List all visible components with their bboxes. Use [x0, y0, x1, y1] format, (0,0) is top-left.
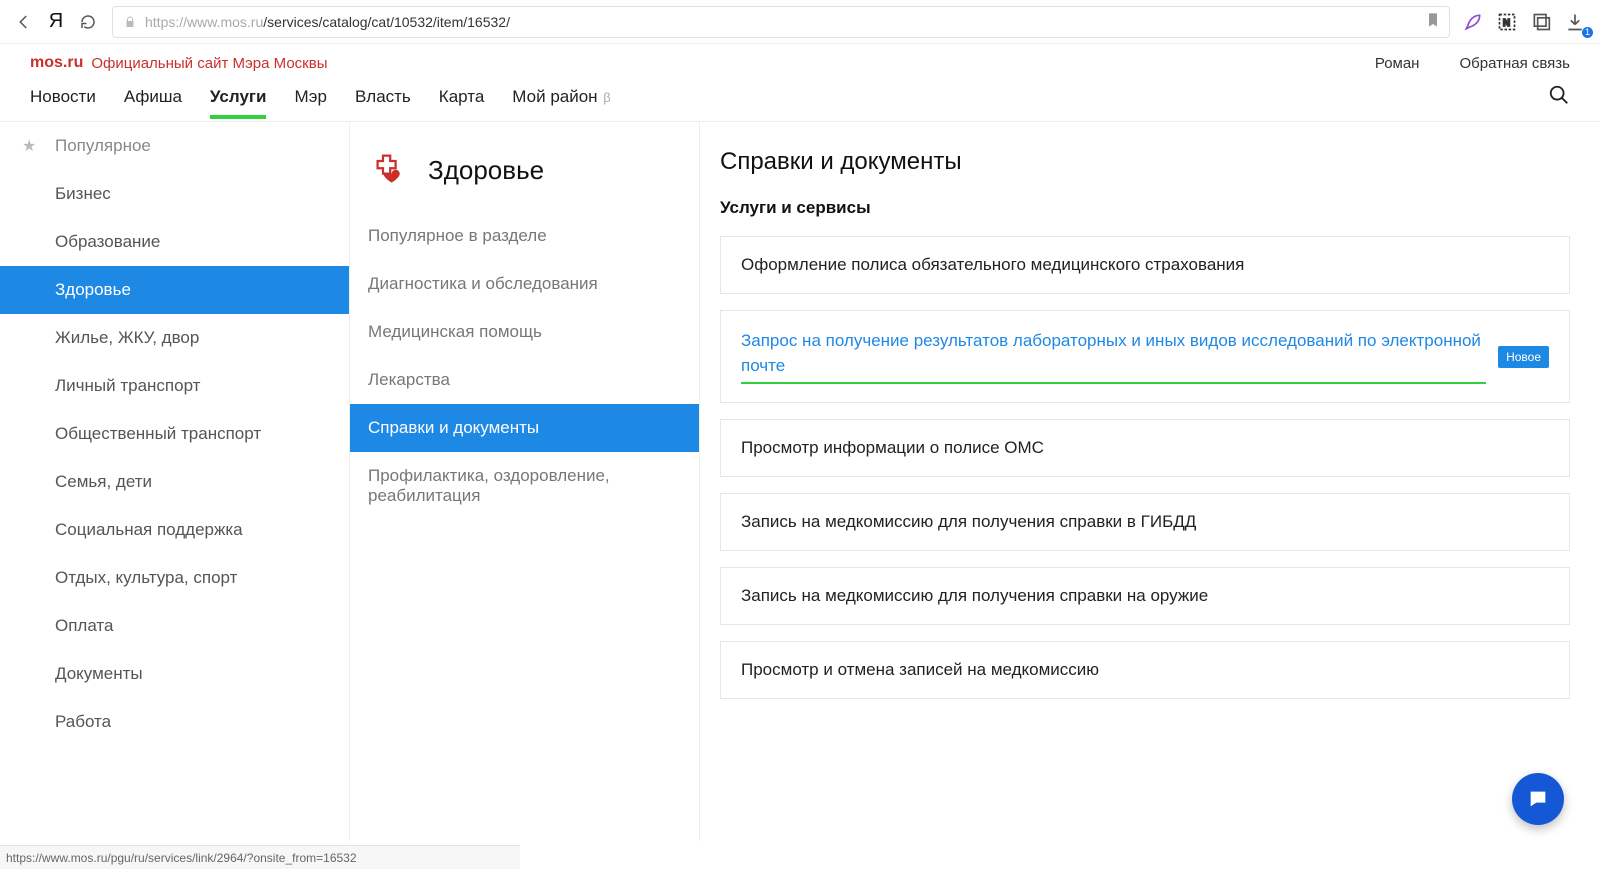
- category-sidebar: ПопулярноеБизнесОбразованиеЗдоровьеЖилье…: [0, 122, 350, 841]
- feather-icon[interactable]: [1456, 7, 1490, 37]
- browser-toolbar: Я https://www.mos.ru/services/catalog/ca…: [0, 0, 1600, 44]
- service-card[interactable]: Просмотр и отмена записей на медкомиссию: [720, 641, 1570, 699]
- subcategory-item[interactable]: Диагностика и обследования: [350, 260, 699, 308]
- service-title: Просмотр и отмена записей на медкомиссию: [741, 660, 1099, 680]
- nav-item-2[interactable]: Услуги: [210, 87, 267, 109]
- feedback-link[interactable]: Обратная связь: [1459, 55, 1570, 72]
- service-title: Оформление полиса обязательного медицинс…: [741, 255, 1244, 275]
- downloads-icon[interactable]: 1: [1558, 7, 1592, 37]
- nav-item-0[interactable]: Новости: [30, 87, 96, 109]
- health-icon: [374, 152, 410, 188]
- subcategory-item[interactable]: Справки и документы: [350, 404, 699, 452]
- lock-icon: [121, 15, 139, 29]
- beta-badge: β: [600, 90, 611, 105]
- service-title: Запрос на получение результатов лаборато…: [741, 329, 1486, 384]
- category-item[interactable]: Личный транспорт: [0, 362, 349, 410]
- category-item[interactable]: Здоровье: [0, 266, 349, 314]
- category-item[interactable]: Бизнес: [0, 170, 349, 218]
- site-header: mos.ru Официальный сайт Мэра Москвы Рома…: [0, 44, 1600, 74]
- category-item[interactable]: Популярное: [0, 122, 349, 170]
- service-card[interactable]: Оформление полиса обязательного медицинс…: [720, 236, 1570, 294]
- back-button[interactable]: [8, 6, 40, 38]
- user-name[interactable]: Роман: [1375, 55, 1420, 72]
- search-button[interactable]: [1548, 84, 1570, 111]
- content-column: Справки и документы Услуги и сервисы Офо…: [700, 122, 1600, 841]
- main-nav: Новости Афиша Услуги Мэр Власть Карта Мой райо…: [0, 74, 1600, 122]
- status-bar: https://www.mos.ru/pgu/ru/services/link/…: [0, 845, 520, 869]
- category-item[interactable]: Семья, дети: [0, 458, 349, 506]
- subcategory-column: Здоровье Популярное в разделеДиагностика…: [350, 122, 700, 841]
- category-item[interactable]: Отдых, культура, спорт: [0, 554, 349, 602]
- nav-item-1[interactable]: Афиша: [124, 87, 182, 109]
- subcategory-item[interactable]: Медицинская помощь: [350, 308, 699, 356]
- service-title: Запись на медкомиссию для получения спра…: [741, 512, 1196, 532]
- category-item[interactable]: Социальная поддержка: [0, 506, 349, 554]
- nav-item-5[interactable]: Карта: [439, 87, 485, 109]
- subcategory-title: Здоровье: [428, 155, 544, 186]
- content-heading: Справки и документы: [720, 148, 1570, 176]
- category-item[interactable]: Работа: [0, 698, 349, 746]
- url-text: https://www.mos.ru/services/catalog/cat/…: [145, 14, 510, 30]
- body: ПопулярноеБизнесОбразованиеЗдоровьеЖилье…: [0, 122, 1600, 841]
- reload-button[interactable]: [72, 6, 104, 38]
- service-card[interactable]: Запись на медкомиссию для получения спра…: [720, 567, 1570, 625]
- nav-item-4[interactable]: Власть: [355, 87, 411, 109]
- extensions-icon[interactable]: [1524, 7, 1558, 37]
- nav-item-6[interactable]: Мой район β: [512, 87, 610, 109]
- svg-text:N: N: [1503, 18, 1510, 29]
- service-card[interactable]: Запрос на получение результатов лаборато…: [720, 310, 1570, 403]
- service-title: Запись на медкомиссию для получения спра…: [741, 586, 1208, 606]
- category-item[interactable]: Документы: [0, 650, 349, 698]
- download-badge: 1: [1582, 27, 1593, 38]
- chrome-actions: N 1: [1456, 7, 1592, 37]
- service-title: Просмотр информации о полисе ОМС: [741, 438, 1044, 458]
- service-card[interactable]: Просмотр информации о полисе ОМС: [720, 419, 1570, 477]
- subcategory-item[interactable]: Популярное в разделе: [350, 212, 699, 260]
- yandex-home-button[interactable]: Я: [40, 6, 72, 38]
- category-item[interactable]: Образование: [0, 218, 349, 266]
- subcategory-header: Здоровье: [350, 122, 699, 212]
- bookmark-icon[interactable]: [1425, 12, 1441, 31]
- nav-item-3[interactable]: Мэр: [294, 87, 326, 109]
- subcategory-item[interactable]: Профилактика, оздоровление, реабилитация: [350, 452, 699, 520]
- category-item[interactable]: Оплата: [0, 602, 349, 650]
- address-bar[interactable]: https://www.mos.ru/services/catalog/cat/…: [112, 6, 1450, 38]
- subcategory-item[interactable]: Лекарства: [350, 356, 699, 404]
- content-subtitle: Услуги и сервисы: [720, 198, 1570, 218]
- chat-fab[interactable]: [1512, 773, 1564, 825]
- new-badge: Новое: [1498, 346, 1549, 368]
- category-item[interactable]: Общественный транспорт: [0, 410, 349, 458]
- site-tagline: Официальный сайт Мэра Москвы: [91, 55, 327, 72]
- site-logo[interactable]: mos.ru: [30, 54, 83, 72]
- category-item[interactable]: Жилье, ЖКУ, двор: [0, 314, 349, 362]
- service-card[interactable]: Запись на медкомиссию для получения спра…: [720, 493, 1570, 551]
- extension-n-icon[interactable]: N: [1490, 7, 1524, 37]
